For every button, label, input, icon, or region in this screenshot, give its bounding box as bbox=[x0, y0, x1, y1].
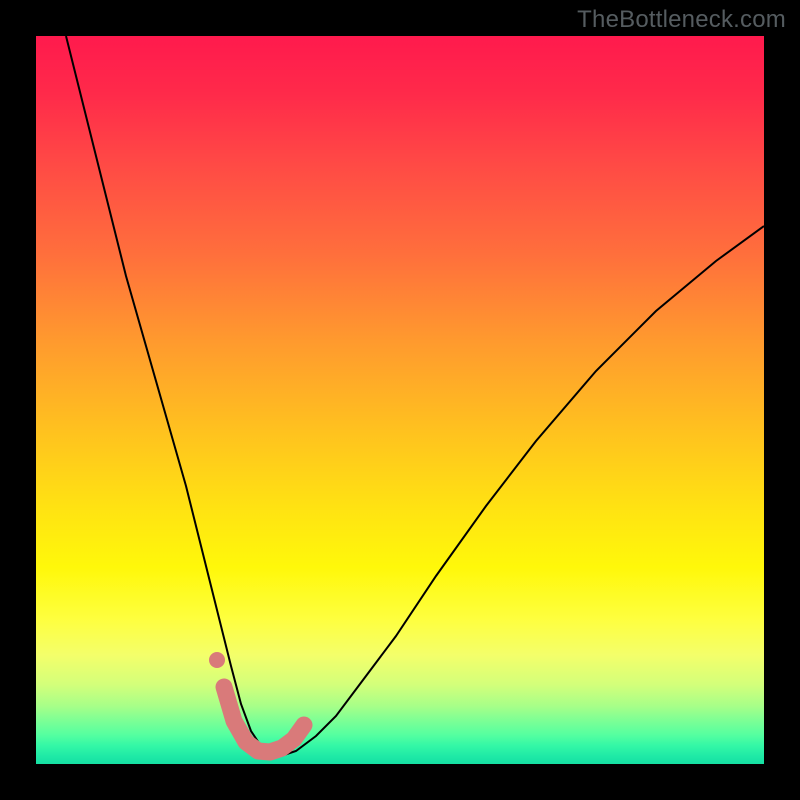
highlight-dot bbox=[209, 652, 225, 668]
outer-frame: TheBottleneck.com bbox=[0, 0, 800, 800]
bottleneck-curve bbox=[66, 36, 764, 756]
highlight-band bbox=[224, 687, 304, 752]
chart-svg bbox=[36, 36, 764, 764]
plot-area bbox=[36, 36, 764, 764]
watermark-text: TheBottleneck.com bbox=[577, 6, 786, 34]
